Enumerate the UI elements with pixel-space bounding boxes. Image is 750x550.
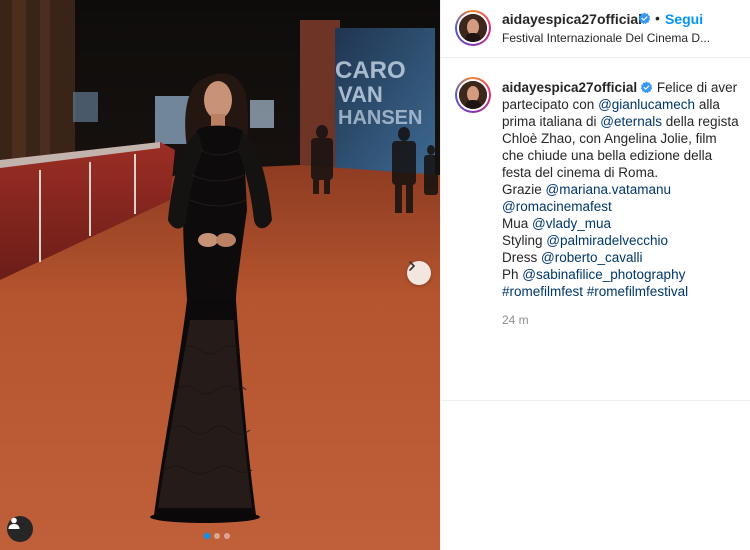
carousel-dot-2	[214, 533, 220, 539]
post-header: aidayespica27official • Segui Festival I…	[441, 0, 750, 58]
post-timestamp[interactable]: 24 m	[502, 313, 529, 327]
header-username[interactable]: aidayespica27official	[502, 11, 642, 27]
carousel-indicator	[204, 533, 230, 539]
carousel-dot-1	[204, 533, 210, 539]
backdrop-text-1: CARO	[335, 57, 406, 84]
caption-text-run: Grazie	[502, 182, 546, 197]
caption-text: Felice di aver partecipato con @gianluca…	[502, 80, 739, 299]
separator-dot: •	[655, 10, 660, 26]
backdrop-text-3: HANSEN	[338, 107, 422, 129]
tagged-users-button[interactable]	[7, 516, 33, 542]
next-slide-button[interactable]	[407, 261, 431, 285]
avatar-image	[459, 81, 487, 109]
hashtag-link[interactable]: #romefilmfestival	[587, 284, 688, 299]
backdrop-text-2: VAN	[338, 82, 383, 107]
post-photo: CARO VAN HANSEN	[0, 0, 440, 550]
user-icon	[8, 517, 20, 529]
comments-divider	[441, 400, 750, 401]
carousel-dot-3	[224, 533, 230, 539]
post-sidebar: aidayespica27official • Segui Festival I…	[440, 0, 750, 550]
verified-badge-icon	[638, 12, 651, 25]
post-media[interactable]: CARO VAN HANSEN	[0, 0, 440, 550]
mention-link[interactable]: @vlady_mua	[532, 216, 611, 231]
caption-text-run: Styling	[502, 233, 547, 248]
chevron-right-icon	[409, 261, 415, 271]
mention-link[interactable]: @roberto_cavalli	[541, 250, 643, 265]
mention-link[interactable]: @sabinafilice_photography	[522, 267, 685, 282]
post-caption: aidayespica27official Felice di aver par…	[502, 79, 742, 300]
header-avatar[interactable]	[455, 10, 491, 46]
mention-link[interactable]: @romacinemafest	[502, 199, 612, 214]
post-location[interactable]: Festival Internazionale Del Cinema D...	[502, 31, 742, 45]
mention-link[interactable]: @mariana.vatamanu	[546, 182, 672, 197]
hashtag-link[interactable]: #romefilmfest	[502, 284, 583, 299]
mention-link[interactable]: @palmiradelvecchio	[546, 233, 668, 248]
caption-avatar[interactable]	[455, 77, 491, 113]
mention-link[interactable]: @eternals	[600, 114, 662, 129]
follow-button[interactable]: Segui	[665, 11, 703, 27]
caption-username[interactable]: aidayespica27official	[502, 80, 637, 95]
caption-text-run: Dress	[502, 250, 542, 265]
mention-link[interactable]: @gianlucamech	[598, 97, 695, 112]
caption-text-run: Ph	[502, 267, 523, 282]
caption-text-run: Mua	[502, 216, 533, 231]
verified-badge-icon	[640, 81, 653, 94]
avatar-image	[459, 14, 487, 42]
